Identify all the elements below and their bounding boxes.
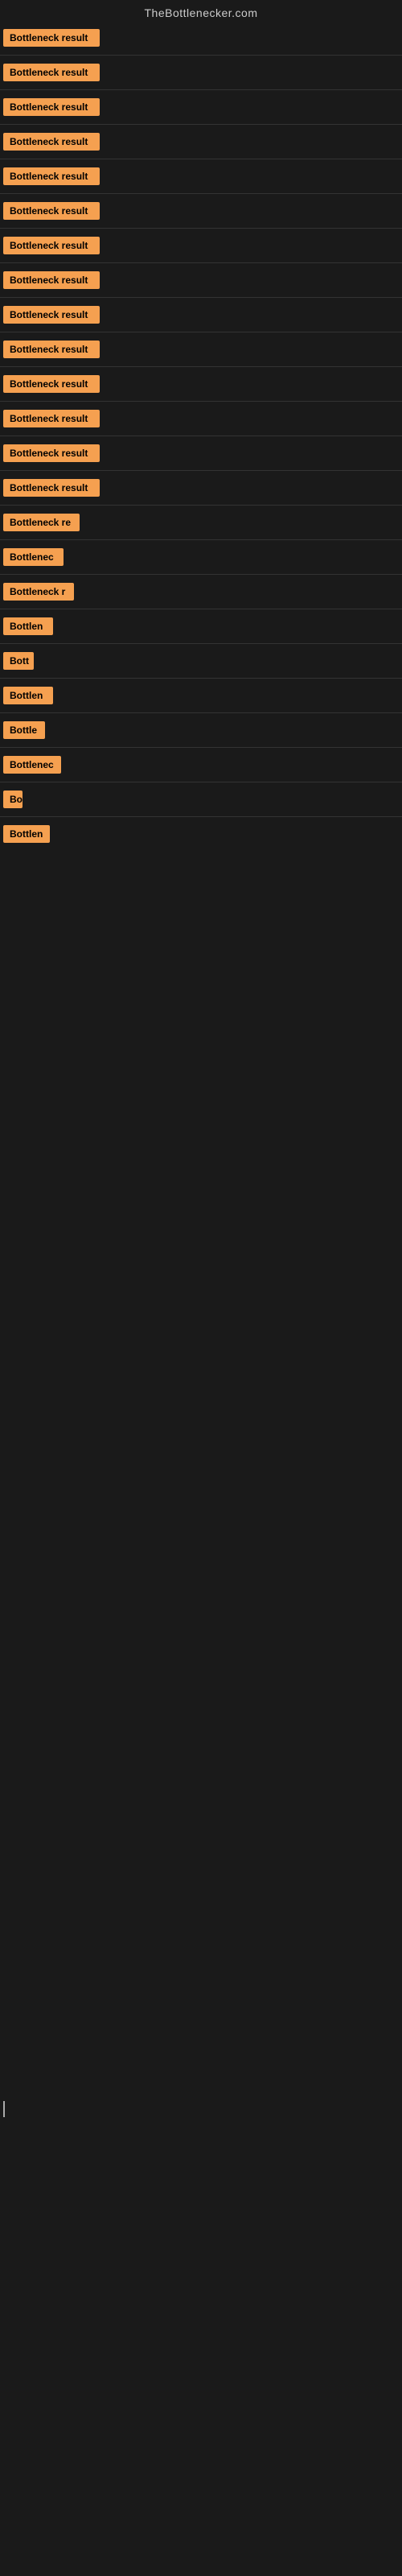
list-item[interactable]: Bottleneck result <box>0 161 402 192</box>
list-item[interactable]: Bo <box>0 784 402 815</box>
divider <box>0 366 402 367</box>
divider <box>0 89 402 90</box>
divider <box>0 643 402 644</box>
divider <box>0 505 402 506</box>
list-item[interactable]: Bottleneck result <box>0 334 402 365</box>
bottleneck-badge[interactable]: Bott <box>3 652 34 670</box>
divider <box>0 574 402 575</box>
bottleneck-badge[interactable]: Bottleneck result <box>3 64 100 81</box>
bottleneck-badge[interactable]: Bottleneck result <box>3 98 100 116</box>
bottleneck-badge[interactable]: Bottlenec <box>3 756 61 774</box>
bottleneck-badge[interactable]: Bottleneck result <box>3 306 100 324</box>
list-item[interactable]: Bottleneck result <box>0 196 402 226</box>
bottleneck-badge[interactable]: Bo <box>3 791 23 808</box>
divider <box>0 712 402 713</box>
list-item[interactable]: Bottleneck r <box>0 576 402 607</box>
bottleneck-badge[interactable]: Bottleneck result <box>3 133 100 151</box>
divider <box>0 124 402 125</box>
bottleneck-badge[interactable]: Bottleneck result <box>3 479 100 497</box>
list-item[interactable]: Bottleneck result <box>0 126 402 157</box>
list-item[interactable]: Bottlen <box>0 819 402 849</box>
list-item[interactable]: Bottleneck result <box>0 299 402 330</box>
list-item[interactable]: Bottleneck result <box>0 473 402 503</box>
bottleneck-badge[interactable]: Bottleneck result <box>3 167 100 185</box>
divider <box>0 539 402 540</box>
list-item[interactable]: Bottleneck result <box>0 230 402 261</box>
list-item[interactable]: Bottlen <box>0 611 402 642</box>
list-item[interactable]: Bottleneck result <box>0 403 402 434</box>
list-item[interactable]: Bottle <box>0 715 402 745</box>
bottleneck-badge[interactable]: Bottlen <box>3 825 50 843</box>
list-item[interactable]: Bottlenec <box>0 749 402 780</box>
list-item[interactable]: Bottleneck result <box>0 57 402 88</box>
cursor-line <box>3 2101 5 2117</box>
list-item[interactable]: Bottleneck result <box>0 23 402 53</box>
bottleneck-badge[interactable]: Bottleneck result <box>3 410 100 427</box>
divider <box>0 401 402 402</box>
bottleneck-badge[interactable]: Bottleneck result <box>3 29 100 47</box>
site-header: TheBottlenecker.com <box>0 0 402 23</box>
divider <box>0 747 402 748</box>
bottleneck-badge[interactable]: Bottleneck result <box>3 237 100 254</box>
divider <box>0 297 402 298</box>
bottleneck-badge[interactable]: Bottleneck result <box>3 202 100 220</box>
divider <box>0 816 402 817</box>
bottleneck-badge[interactable]: Bottle <box>3 721 45 739</box>
list-item[interactable]: Bott <box>0 646 402 676</box>
bottleneck-badge[interactable]: Bottlen <box>3 617 53 635</box>
list-item[interactable]: Bottleneck re <box>0 507 402 538</box>
list-item[interactable]: Bottlen <box>0 680 402 711</box>
divider <box>0 470 402 471</box>
divider <box>0 262 402 263</box>
bottleneck-badge[interactable]: Bottlen <box>3 687 53 704</box>
bottleneck-badge[interactable]: Bottleneck result <box>3 375 100 393</box>
bottleneck-badge[interactable]: Bottlenec <box>3 548 64 566</box>
bottleneck-badge[interactable]: Bottleneck r <box>3 583 74 601</box>
divider <box>0 55 402 56</box>
site-title: TheBottlenecker.com <box>144 6 257 19</box>
bottleneck-badge[interactable]: Bottleneck result <box>3 341 100 358</box>
list-item[interactable]: Bottleneck result <box>0 369 402 399</box>
divider <box>0 678 402 679</box>
bottleneck-badge[interactable]: Bottleneck result <box>3 271 100 289</box>
list-item[interactable]: Bottleneck result <box>0 265 402 295</box>
list-item[interactable]: Bottleneck result <box>0 92 402 122</box>
items-container: Bottleneck result Bottleneck result Bottle… <box>0 23 402 849</box>
list-item[interactable]: Bottleneck result <box>0 438 402 469</box>
bottleneck-badge[interactable]: Bottleneck re <box>3 514 80 531</box>
divider <box>0 228 402 229</box>
divider <box>0 193 402 194</box>
list-item[interactable]: Bottlenec <box>0 542 402 572</box>
bottleneck-badge[interactable]: Bottleneck result <box>3 444 100 462</box>
